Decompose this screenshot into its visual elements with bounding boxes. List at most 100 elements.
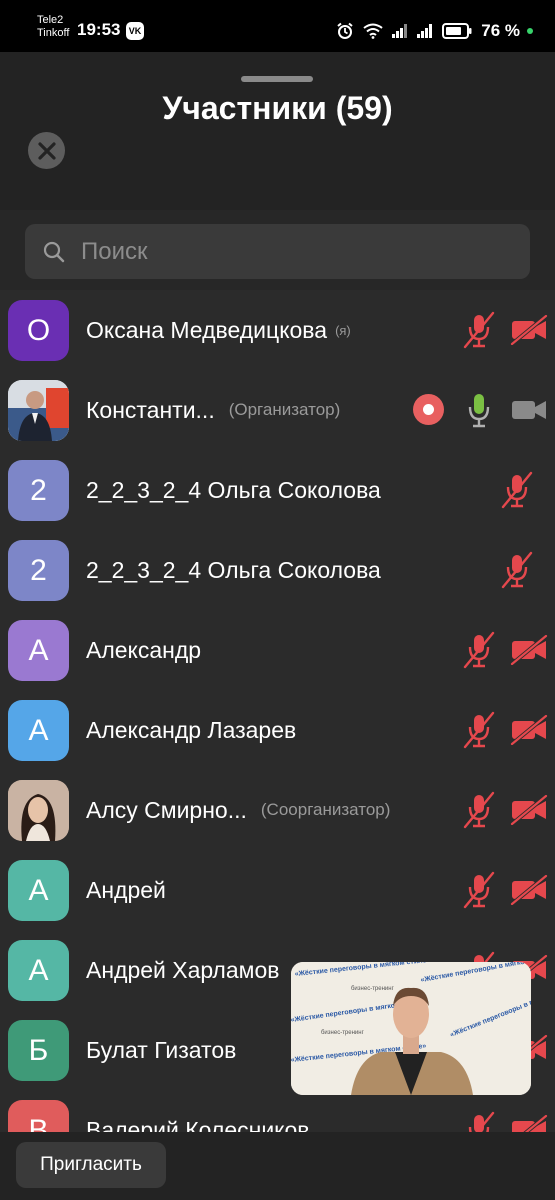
mic-muted-icon[interactable] [460,631,498,669]
avatar: В [8,1100,69,1132]
recording-indicator [413,394,444,425]
alarm-icon [336,22,354,40]
search-placeholder: Поиск [81,237,148,265]
battery-percent: 76 % [481,21,520,40]
participant-name-line: Булат Гизатов [86,1010,236,1090]
participant-name: Валерий Колесников [86,1116,310,1133]
avatar-photo [8,380,69,441]
search-icon [43,241,65,263]
participant-row[interactable]: А Александр [0,610,555,690]
participant-row[interactable]: 2 2_2_3_2_4 Ольга Соколова [0,530,555,610]
participant-name-line: Андрей Харламов [86,930,279,1010]
close-button[interactable] [28,132,65,169]
status-icons: 76 % [336,20,533,42]
participant-name-line: Валерий Колесников [86,1090,310,1133]
participant-row[interactable]: Константи... (Организатор) [0,370,555,450]
carrier-1: Tele2 [37,14,64,26]
avatar-letter: 2 [30,473,47,507]
participant-name: Андрей [86,876,166,903]
avatar: А [8,620,69,681]
vk-icon: VK [126,22,144,40]
mic-active-icon[interactable] [460,391,498,429]
carrier-2: Tinkoff [37,27,70,39]
banner-sub: бизнес-тренинг [351,986,395,992]
banner-sub: бизнес-тренинг [321,1030,365,1036]
video-pip[interactable]: «Жёсткие переговоры в мягком стиле» «Жёс… [291,962,531,1095]
mic-muted-icon[interactable] [460,871,498,909]
status-bar: Tele2 Tinkoff 19:53 VK 76 % [0,0,555,52]
participant-name-line: 2_2_3_2_4 Ольга Соколова [86,530,381,610]
avatar: 2 [8,460,69,521]
participant-row[interactable]: В Валерий Колесников [0,1090,555,1132]
mic-muted-icon[interactable] [460,711,498,749]
avatar: А [8,700,69,761]
mic-muted-icon[interactable] [498,471,536,509]
participant-name: Алсу Смирно... [86,796,247,823]
participant-name: Андрей Харламов [86,956,280,983]
participant-name-line: 2_2_3_2_4 Ольга Соколова [86,450,381,530]
mic-muted-icon[interactable] [460,791,498,829]
participant-name-line: Оксана Медведицкова (я) [86,290,351,370]
participant-role: (Соорганизатор) [260,800,391,819]
clock: 19:53 [77,20,121,39]
camera-off-icon[interactable] [510,1111,548,1132]
sheet-title: Участники (59) [162,90,393,126]
close-icon [37,141,56,160]
camera-off-icon[interactable] [510,791,548,829]
participant-row[interactable]: А Андрей [0,850,555,930]
signal-icon-2 [417,24,433,38]
avatar-letter: Б [28,1033,49,1067]
participant-name-line: Александр Лазарев [86,690,296,770]
signal-icon-1 [392,24,408,38]
participant-role: (я) [335,322,351,338]
avatar: А [8,860,69,921]
avatar: Б [8,1020,69,1081]
search-input[interactable]: Поиск [25,224,530,279]
mic-muted-icon[interactable] [460,1111,498,1132]
participant-name-line: Александр [86,610,201,690]
participant-name: 2_2_3_2_4 Ольга Соколова [86,476,381,503]
avatar-letter: А [28,713,49,747]
participant-name: Оксана Медведицкова [86,316,328,343]
invite-button[interactable]: Пригласить [16,1142,166,1188]
participant-name-line: Алсу Смирно... (Соорганизатор) [86,770,390,850]
avatar: 2 [8,540,69,601]
avatar: О [8,300,69,361]
participant-row[interactable]: 2 2_2_3_2_4 Ольга Соколова [0,450,555,530]
mic-muted-icon[interactable] [498,551,536,589]
participant-row[interactable]: Алсу Смирно... (Соорганизатор) [0,770,555,850]
avatar-letter: 2 [30,553,47,587]
video-frame: «Жёсткие переговоры в мягком стиле» «Жёс… [291,962,531,1095]
wifi-icon [363,23,383,39]
avatar-photo [8,780,69,841]
drag-handle[interactable] [241,76,313,82]
participant-name: Александр Лазарев [86,716,297,743]
avatar-letter: А [28,953,49,987]
camera-off-icon[interactable] [510,871,548,909]
avatar: А [8,940,69,1001]
camera-off-icon[interactable] [510,311,548,349]
participant-name: Александр [86,636,202,663]
participant-name: 2_2_3_2_4 Ольга Соколова [86,556,381,583]
search-bar: Поиск [0,210,555,290]
camera-off-icon[interactable] [510,631,548,669]
camera-on-icon[interactable] [510,391,548,429]
camera-off-icon[interactable] [510,711,548,749]
mic-muted-icon[interactable] [460,311,498,349]
avatar-letter: А [28,633,49,667]
participant-row[interactable]: А Александр Лазарев [0,690,555,770]
avatar-letter: В [28,1113,49,1133]
carrier-label: Tele2 Tinkoff [37,14,69,40]
avatar-letter: А [28,873,49,907]
participant-name: Булат Гизатов [86,1036,237,1063]
battery-icon [442,23,472,39]
participant-name-line: Константи... (Организатор) [86,370,340,450]
participant-name-line: Андрей [86,850,166,930]
participant-name: Константи... [86,396,215,423]
avatar-letter: О [26,313,51,347]
mic-indicator-dot [527,28,533,34]
record-icon [423,404,434,415]
participant-row[interactable]: О Оксана Медведицкова (я) [0,290,555,370]
bottom-bar: Пригласить [0,1132,555,1200]
participant-role: (Организатор) [228,400,341,419]
